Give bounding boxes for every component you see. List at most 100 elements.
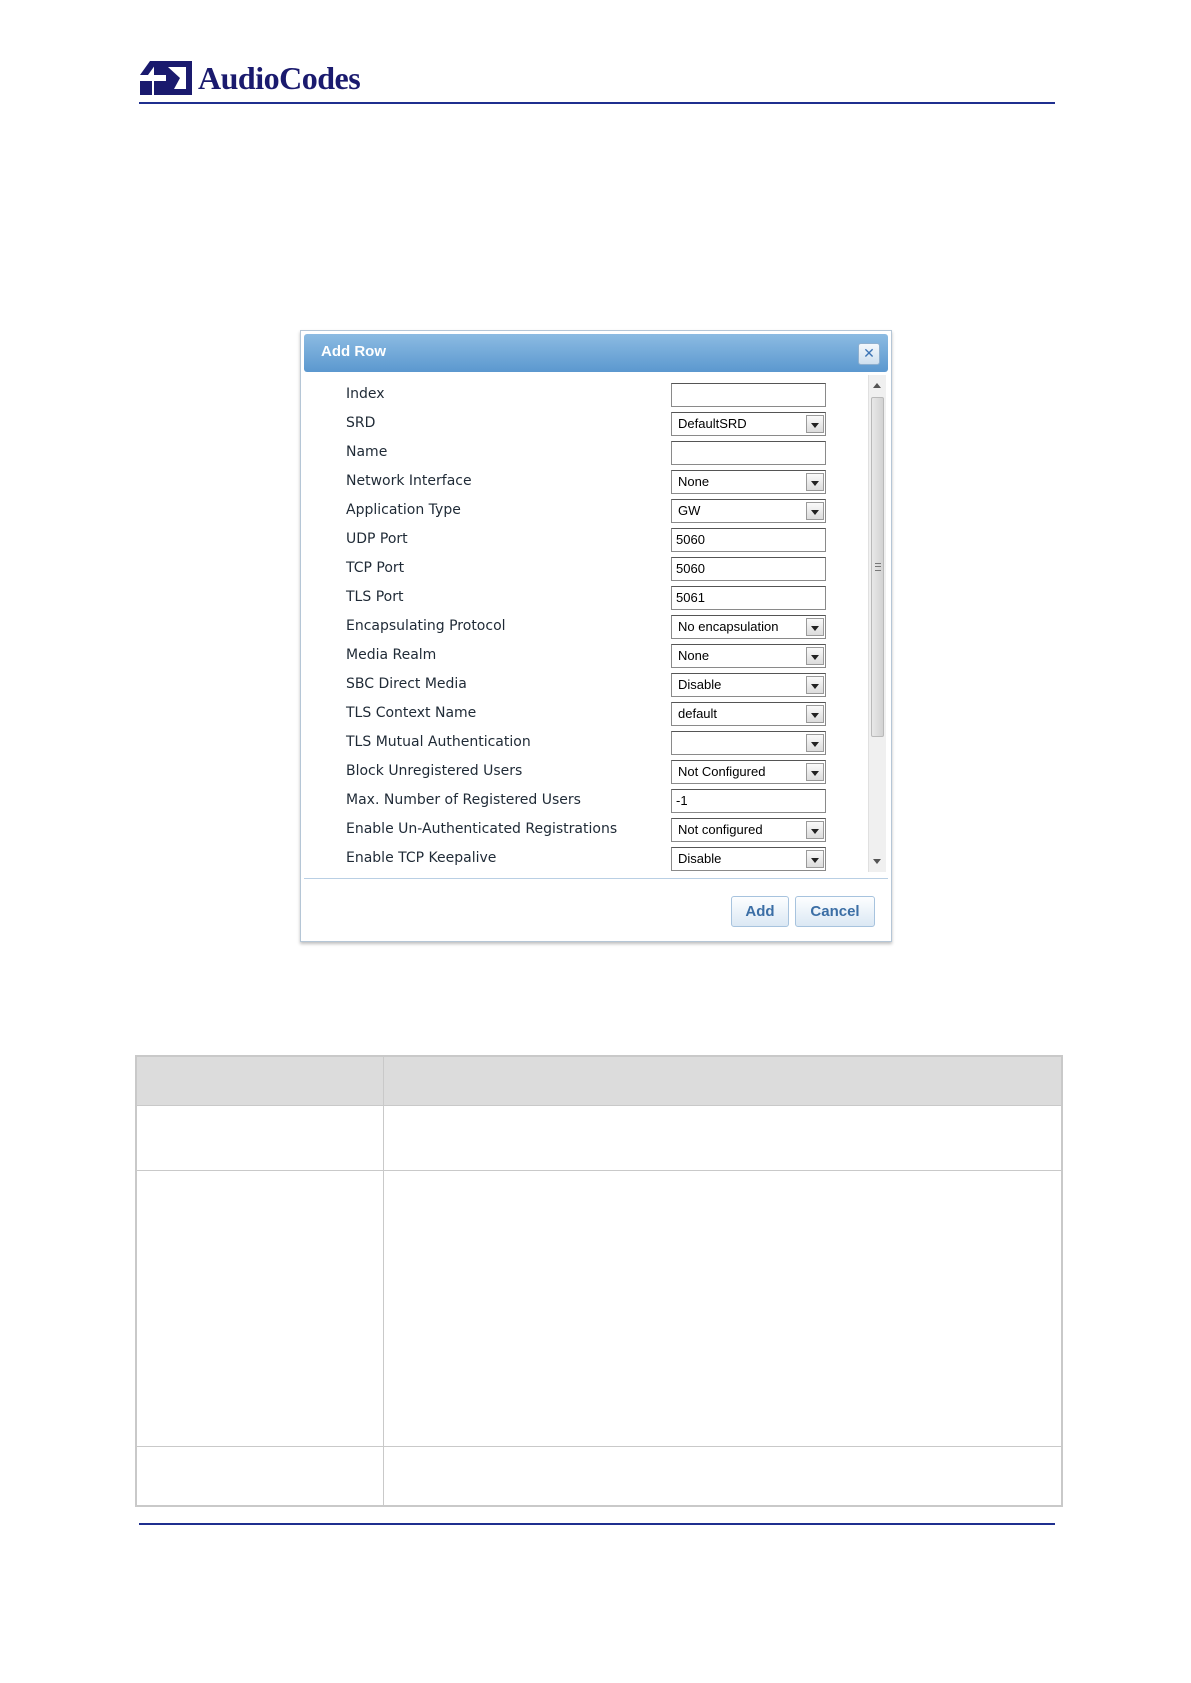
field-label: Application Type bbox=[346, 502, 461, 518]
form-row: Network Interface None bbox=[346, 470, 826, 494]
field-value: Disable bbox=[678, 677, 722, 692]
chevron-down-icon[interactable] bbox=[806, 850, 824, 868]
field-label: Block Unregistered Users bbox=[346, 763, 523, 779]
footer-rule bbox=[139, 1523, 1055, 1525]
field-value: GW bbox=[678, 503, 701, 518]
field-select[interactable]: Disable bbox=[671, 673, 826, 697]
chevron-down-icon[interactable] bbox=[806, 705, 824, 723]
field-value: 5060 bbox=[676, 561, 705, 576]
scroll-thumb[interactable] bbox=[871, 397, 884, 737]
field-value: DefaultSRD bbox=[678, 416, 747, 431]
add-row-dialog: Add Row ✕ Index SRD DefaultSRD Name Network … bbox=[300, 330, 892, 942]
add-button[interactable]: Add bbox=[731, 896, 789, 927]
chevron-down-icon[interactable] bbox=[806, 502, 824, 520]
table-cell bbox=[135, 1105, 384, 1172]
field-value: Disable bbox=[678, 851, 722, 866]
field-label: TLS Context Name bbox=[346, 705, 477, 721]
field-select[interactable]: GW bbox=[671, 499, 826, 523]
field-select[interactable]: Not Configured bbox=[671, 760, 826, 784]
field-select[interactable]: None bbox=[671, 470, 826, 494]
field-value: 5061 bbox=[676, 590, 705, 605]
scroll-up-icon[interactable] bbox=[873, 383, 881, 388]
field-input[interactable]: 5061 bbox=[671, 586, 826, 610]
field-value: No encapsulation bbox=[678, 619, 779, 634]
chevron-down-icon[interactable] bbox=[806, 676, 824, 694]
field-label: Enable Un-Authenticated Registrations bbox=[346, 821, 618, 837]
field-value: 5060 bbox=[676, 532, 705, 547]
field-input[interactable] bbox=[671, 441, 826, 465]
dialog-scrollbar[interactable] bbox=[868, 375, 886, 872]
form-row: Media Realm None bbox=[346, 644, 826, 668]
field-label: Media Realm bbox=[346, 647, 437, 663]
field-select[interactable]: Disable bbox=[671, 847, 826, 871]
form-row: TLS Context Name default bbox=[346, 702, 826, 726]
chevron-down-icon[interactable] bbox=[806, 473, 824, 491]
field-label: Network Interface bbox=[346, 473, 472, 489]
form-row: TLS Mutual Authentication bbox=[346, 731, 826, 755]
field-input[interactable]: -1 bbox=[671, 789, 826, 813]
form-row: Encapsulating Protocol No encapsulation bbox=[346, 615, 826, 639]
field-input[interactable]: 5060 bbox=[671, 528, 826, 552]
field-label: SRD bbox=[346, 415, 376, 431]
form-row: Application Type GW bbox=[346, 499, 826, 523]
field-select[interactable]: DefaultSRD bbox=[671, 412, 826, 436]
chevron-down-icon[interactable] bbox=[806, 415, 824, 433]
field-value: None bbox=[678, 648, 710, 663]
form-row: SBC Direct Media Disable bbox=[346, 673, 826, 697]
scroll-down-icon[interactable] bbox=[873, 859, 881, 864]
form-row: Block Unregistered Users Not Configured bbox=[346, 760, 826, 784]
form-row: Name bbox=[346, 441, 826, 465]
chevron-down-icon[interactable] bbox=[806, 821, 824, 839]
field-label: TCP Port bbox=[346, 560, 405, 576]
chevron-down-icon[interactable] bbox=[806, 618, 824, 636]
table-cell bbox=[383, 1105, 1063, 1172]
form-row: Max. Number of Registered Users -1 bbox=[346, 789, 826, 813]
form-row: SRD DefaultSRD bbox=[346, 412, 826, 436]
field-value: -1 bbox=[676, 793, 688, 808]
table-cell bbox=[383, 1170, 1063, 1448]
field-select[interactable] bbox=[671, 731, 826, 755]
field-select[interactable]: None bbox=[671, 644, 826, 668]
field-value: default bbox=[678, 706, 718, 721]
field-input[interactable]: 5060 bbox=[671, 557, 826, 581]
audiocodes-logo-icon bbox=[140, 61, 192, 95]
field-label: TLS Port bbox=[346, 589, 404, 605]
field-label: Max. Number of Registered Users bbox=[346, 792, 581, 808]
field-label: UDP Port bbox=[346, 531, 408, 547]
chevron-down-icon[interactable] bbox=[806, 763, 824, 781]
field-label: TLS Mutual Authentication bbox=[346, 734, 531, 750]
table-header-cell bbox=[383, 1055, 1063, 1107]
field-value: Not configured bbox=[678, 822, 763, 837]
form-row: TCP Port 5060 bbox=[346, 557, 826, 581]
grip-icon bbox=[875, 563, 881, 571]
table-cell bbox=[383, 1446, 1063, 1507]
field-select[interactable]: No encapsulation bbox=[671, 615, 826, 639]
form-row: TLS Port 5061 bbox=[346, 586, 826, 610]
brand-name: AudioCodes bbox=[198, 59, 361, 96]
audiocodes-logo: AudioCodes bbox=[140, 55, 361, 101]
form-row: Index bbox=[346, 383, 826, 407]
chevron-down-icon[interactable] bbox=[806, 647, 824, 665]
form-row: Enable TCP Keepalive Disable bbox=[346, 847, 826, 871]
field-select[interactable]: Not configured bbox=[671, 818, 826, 842]
table-header-cell bbox=[135, 1055, 384, 1107]
dialog-separator bbox=[304, 878, 888, 879]
field-value: Not Configured bbox=[678, 764, 766, 779]
field-label: Index bbox=[346, 386, 385, 402]
dialog-title: Add Row bbox=[321, 343, 386, 360]
parameter-description-table bbox=[135, 1055, 1063, 1507]
field-label: Encapsulating Protocol bbox=[346, 618, 506, 634]
table-cell bbox=[135, 1446, 384, 1507]
field-value: None bbox=[678, 474, 710, 489]
table-cell bbox=[135, 1170, 384, 1448]
field-label: SBC Direct Media bbox=[346, 676, 467, 692]
field-label: Enable TCP Keepalive bbox=[346, 850, 497, 866]
cancel-button[interactable]: Cancel bbox=[795, 896, 875, 927]
chevron-down-icon[interactable] bbox=[806, 734, 824, 752]
form-row: Enable Un-Authenticated Registrations Not… bbox=[346, 818, 826, 842]
dialog-title-bar: Add Row ✕ bbox=[304, 334, 888, 372]
header-rule bbox=[139, 102, 1055, 104]
close-icon[interactable]: ✕ bbox=[858, 343, 880, 365]
field-select[interactable]: default bbox=[671, 702, 826, 726]
field-input[interactable] bbox=[671, 383, 826, 407]
